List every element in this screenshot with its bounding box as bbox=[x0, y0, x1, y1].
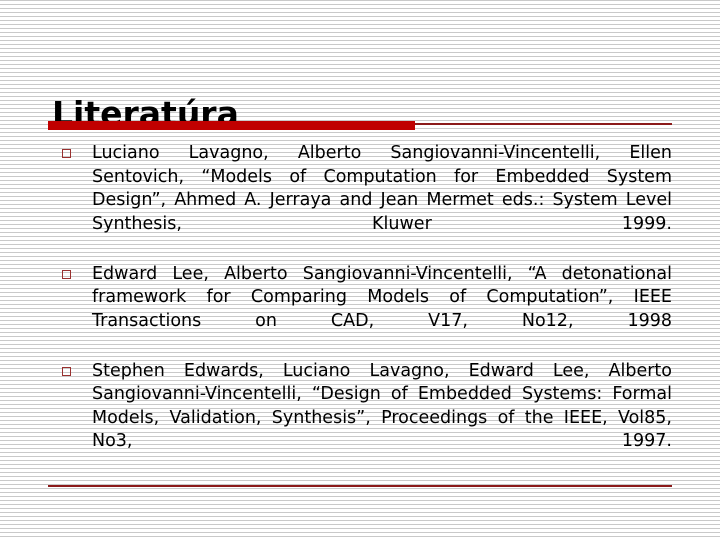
square-bullet-icon bbox=[62, 269, 71, 279]
reference-text: Stephen Edwards, Luciano Lavagno, Edward… bbox=[92, 360, 672, 452]
reference-text: Luciano Lavagno, Alberto Sangiovanni-Vin… bbox=[92, 143, 672, 234]
square-bullet-icon bbox=[62, 366, 71, 376]
list-item: Luciano Lavagno, Alberto Sangiovanni-Vin… bbox=[60, 142, 672, 260]
slide-canvas: Literatúra Luciano Lavagno, Alberto Sang… bbox=[0, 0, 720, 540]
title-underline-thin bbox=[415, 123, 672, 125]
square-bullet-icon bbox=[62, 149, 71, 158]
list-item: Edward Lee, Alberto Sangiovanni-Vincente… bbox=[60, 263, 672, 357]
footer-divider bbox=[48, 485, 672, 487]
title-underline-thick bbox=[48, 121, 415, 130]
reference-text: Edward Lee, Alberto Sangiovanni-Vincente… bbox=[92, 263, 672, 331]
reference-list: Luciano Lavagno, Alberto Sangiovanni-Vin… bbox=[60, 142, 672, 480]
list-item: Stephen Edwards, Luciano Lavagno, Edward… bbox=[60, 360, 672, 478]
